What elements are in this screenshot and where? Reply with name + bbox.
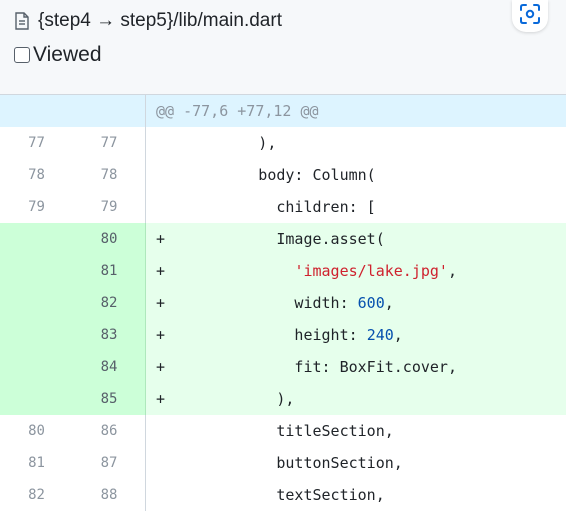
diff-line: 79 79 children: [ <box>0 191 566 223</box>
code-token: ), <box>168 134 277 152</box>
code-line: + ), <box>146 383 566 415</box>
new-line-number[interactable]: 86 <box>73 415 146 447</box>
code-token: body: Column( <box>168 166 376 184</box>
diff-line: 82 88 textSection, <box>0 479 566 511</box>
old-line-number[interactable] <box>0 383 73 415</box>
diff-marker: + <box>156 326 166 344</box>
new-line-number[interactable]: 81 <box>73 255 146 287</box>
old-line-number[interactable]: 77 <box>0 127 73 159</box>
diff-line: 81 + 'images/lake.jpg', <box>0 255 566 287</box>
old-line-number[interactable]: 82 <box>0 479 73 511</box>
code-line: + 'images/lake.jpg', <box>146 255 566 287</box>
new-line-number[interactable]: 83 <box>73 319 146 351</box>
number-token: 240 <box>366 326 394 344</box>
viewed-toggle[interactable]: Viewed <box>14 42 102 68</box>
old-line-number[interactable] <box>0 223 73 255</box>
code-token: titleSection, <box>168 422 394 440</box>
new-line-number[interactable]: 85 <box>73 383 146 415</box>
code-line: children: [ <box>146 191 566 223</box>
old-line-number[interactable]: 79 <box>0 191 73 223</box>
old-line-number[interactable] <box>0 319 73 351</box>
code-token: , <box>447 262 457 280</box>
old-line-number[interactable] <box>0 255 73 287</box>
string-token: 'images/lake.jpg' <box>294 262 448 280</box>
code-token: children: [ <box>168 198 376 216</box>
new-line-number[interactable]: 78 <box>73 159 146 191</box>
diff-line: 82 + width: 600, <box>0 287 566 319</box>
diff-line: 80 + Image.asset( <box>0 223 566 255</box>
diff-marker: + <box>156 230 166 248</box>
new-line-number[interactable]: 82 <box>73 287 146 319</box>
scan-focus-icon <box>519 3 541 30</box>
diff-line: 84 + fit: BoxFit.cover, <box>0 351 566 383</box>
code-token: , <box>393 326 403 344</box>
new-line-number[interactable]: 80 <box>73 223 146 255</box>
hunk-header-row: @@ -77,6 +77,12 @@ <box>0 95 566 127</box>
old-line-number[interactable]: 78 <box>0 159 73 191</box>
number-token: 600 <box>357 294 385 312</box>
viewed-label[interactable]: Viewed <box>33 43 102 67</box>
code-token: ), <box>168 390 295 408</box>
new-line-number[interactable]: 88 <box>73 479 146 511</box>
hunk-header: @@ -77,6 +77,12 @@ <box>156 102 319 120</box>
code-line: + fit: BoxFit.cover, <box>146 351 566 383</box>
old-line-number[interactable] <box>0 351 73 383</box>
code-line: body: Column( <box>146 159 566 191</box>
code-line: + Image.asset( <box>146 223 566 255</box>
viewed-checkbox[interactable] <box>14 47 30 63</box>
file-path-row: {step4 → step5}/lib/main.dart <box>14 9 282 33</box>
code-line: ), <box>146 127 566 159</box>
code-line: textSection, <box>146 479 566 511</box>
diff-marker: + <box>156 262 166 280</box>
code-token: textSection, <box>168 486 385 504</box>
old-line-number[interactable]: 81 <box>0 447 73 479</box>
diff-line: 80 86 titleSection, <box>0 415 566 447</box>
diff-table: @@ -77,6 +77,12 @@ 77 77 ), 78 78 body: Col… <box>0 95 566 511</box>
diff-marker: + <box>156 294 166 312</box>
diff-marker: + <box>156 390 166 408</box>
diff-line: 78 78 body: Column( <box>0 159 566 191</box>
file-path[interactable]: {step4 → step5}/lib/main.dart <box>38 10 282 32</box>
code-line: titleSection, <box>146 415 566 447</box>
diff-line: 81 87 buttonSection, <box>0 447 566 479</box>
old-line-number[interactable] <box>0 287 73 319</box>
code-line: buttonSection, <box>146 447 566 479</box>
old-line-number[interactable]: 80 <box>0 415 73 447</box>
diff-line: 83 + height: 240, <box>0 319 566 351</box>
file-header: {step4 → step5}/lib/main.dart Viewed <box>0 0 566 95</box>
code-token: Image.asset( <box>168 230 385 248</box>
new-line-number[interactable]: 79 <box>73 191 146 223</box>
new-line-number[interactable]: 77 <box>73 127 146 159</box>
code-line: + width: 600, <box>146 287 566 319</box>
diff-line: 85 + ), <box>0 383 566 415</box>
diff-line: 77 77 ), <box>0 127 566 159</box>
scan-button[interactable] <box>512 0 548 32</box>
code-line: + height: 240, <box>146 319 566 351</box>
code-token: , <box>384 294 394 312</box>
code-token: fit: BoxFit.cover, <box>168 358 457 376</box>
code-token: width: <box>168 294 358 312</box>
file-diff-icon <box>14 12 30 30</box>
new-line-number[interactable]: 87 <box>73 447 146 479</box>
new-line-number[interactable]: 84 <box>73 351 146 383</box>
code-token: height: <box>168 326 367 344</box>
diff-marker: + <box>156 358 166 376</box>
code-token: buttonSection, <box>168 454 403 472</box>
